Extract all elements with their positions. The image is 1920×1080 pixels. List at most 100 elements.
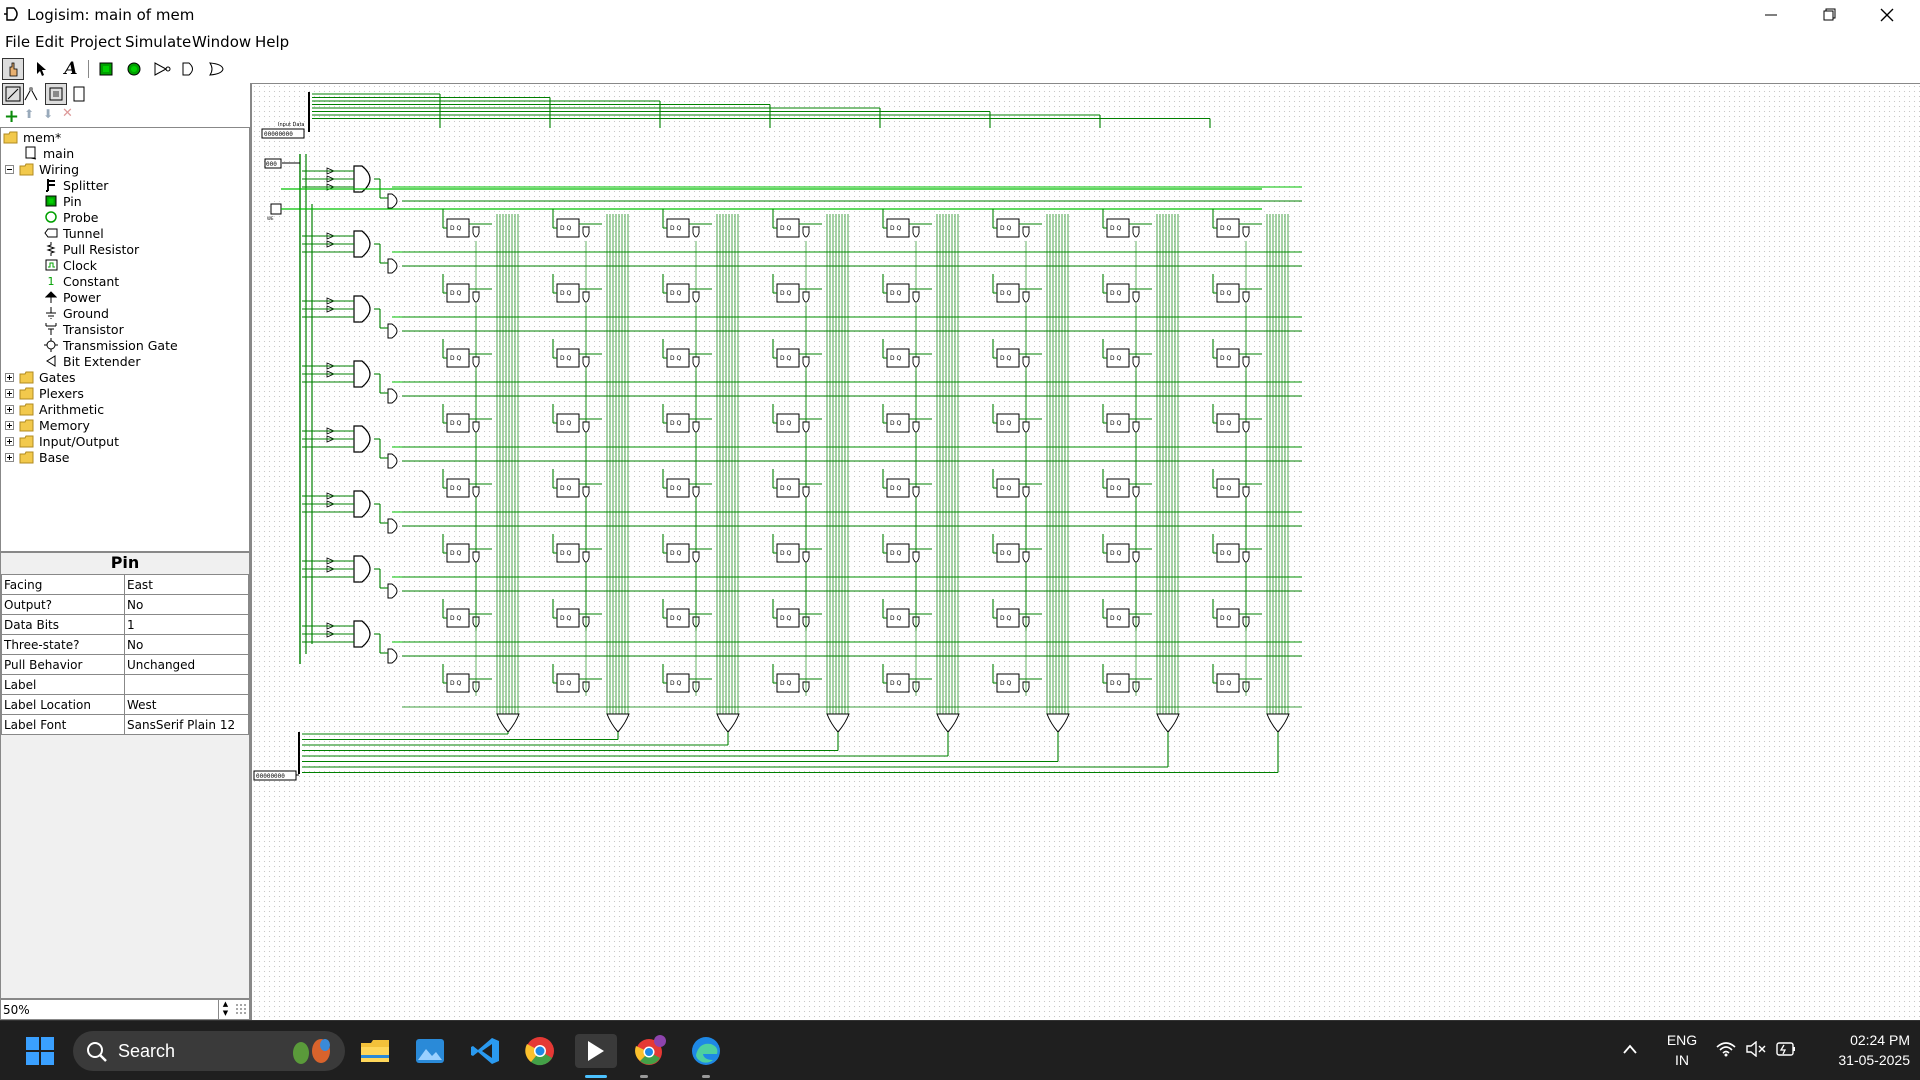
cell-label: D Q [780, 355, 792, 362]
edit-appearance-button[interactable] [68, 83, 90, 105]
taskbar-vscode[interactable] [468, 1034, 502, 1068]
decoder-and-gate [353, 555, 371, 583]
decoder-and-gate [353, 295, 371, 323]
attr-value[interactable] [124, 674, 249, 695]
tree-item-main[interactable]: main [23, 145, 74, 161]
select-tool-button[interactable] [30, 58, 52, 80]
menu-help[interactable]: Help [255, 33, 289, 51]
taskbar-logisim[interactable] [575, 1034, 617, 1068]
language-region[interactable]: IN [1665, 1052, 1699, 1068]
attr-row-three-state[interactable]: Three-state? No [1, 634, 249, 655]
tree-item-clock[interactable]: Clock [43, 257, 97, 273]
attr-row-data-bits[interactable]: Data Bits 1 [1, 614, 249, 635]
attr-row-label[interactable]: Label [1, 674, 249, 695]
and-gate-button[interactable] [178, 58, 200, 80]
attr-row-pull-behavior[interactable]: Pull Behavior Unchanged [1, 654, 249, 675]
text-tool-icon: A [64, 59, 78, 79]
tree-item-pull-resistor[interactable]: Pull Resistor [43, 241, 139, 257]
tree-folder-gates[interactable]: Gates [3, 369, 75, 385]
battery-icon[interactable] [1774, 1040, 1796, 1058]
cell-label: D Q [1000, 680, 1012, 687]
poke-tool-button[interactable] [2, 58, 24, 80]
tree-item-bit-extender[interactable]: Bit Extender [43, 353, 141, 369]
minimize-button[interactable] [1742, 0, 1800, 29]
write-enable-pin[interactable] [270, 203, 282, 215]
tristate-buffer [1242, 356, 1250, 368]
tree-item-probe[interactable]: Probe [43, 209, 98, 225]
attr-row-output[interactable]: Output? No [1, 594, 249, 615]
tree-item-ground[interactable]: Ground [43, 305, 109, 321]
attr-row-facing[interactable]: Facing East [1, 574, 249, 595]
maximize-button[interactable] [1800, 0, 1858, 29]
taskbar-chrome[interactable] [523, 1034, 557, 1068]
tree-item-transmission-gate[interactable]: Transmission Gate [43, 337, 178, 353]
grid-toggle-icon[interactable] [235, 1003, 247, 1015]
attr-value[interactable]: West [124, 694, 249, 715]
taskbar-chrome-profile[interactable] [634, 1034, 668, 1068]
menu-simulate[interactable]: Simulate [125, 33, 191, 51]
input-pin-button[interactable] [95, 58, 117, 80]
tristate-buffer [912, 226, 920, 238]
tree-folder-wiring[interactable]: Wiring [3, 161, 79, 177]
menu-file[interactable]: File [5, 33, 30, 51]
menu-project[interactable]: Project [70, 33, 121, 51]
volume-muted-icon[interactable] [1746, 1041, 1766, 1057]
output-pin-button[interactable] [123, 58, 145, 80]
tree-item-tunnel[interactable]: Tunnel [43, 225, 104, 241]
attr-value[interactable]: No [124, 634, 249, 655]
tree-folder-base[interactable]: Base [3, 449, 69, 465]
tristate-buffer [1022, 356, 1030, 368]
cell-label: D Q [1220, 290, 1232, 297]
tree-item-transistor[interactable]: Transistor [43, 321, 124, 337]
delete-circuit-icon[interactable]: ✕ [62, 106, 73, 121]
add-circuit-icon[interactable]: + [4, 106, 19, 127]
cell-label: D Q [670, 680, 682, 687]
not-gate-button[interactable] [151, 58, 173, 80]
tree-item-splitter[interactable]: Splitter [43, 177, 108, 193]
taskbar-photos[interactable] [413, 1034, 447, 1068]
clock-icon [43, 258, 59, 272]
tree-item-power[interactable]: Power [43, 289, 101, 305]
circuit-canvas[interactable]: Input Data 00000000 000 WE 00000000 D QD… [250, 83, 1920, 1020]
language-code[interactable]: ENG [1665, 1032, 1699, 1048]
tree-folder-input-output[interactable]: Input/Output [3, 433, 119, 449]
poke-tool-icon [9, 62, 18, 77]
show-simulation-button[interactable] [20, 83, 42, 105]
attr-value[interactable]: No [124, 594, 249, 615]
output-or-gate [606, 713, 630, 733]
move-up-icon[interactable]: ⬆ [24, 107, 34, 121]
tree-item-constant[interactable]: 1 Constant [43, 273, 120, 289]
attr-value[interactable]: SansSerif Plain 12 [124, 714, 249, 735]
taskbar-search[interactable]: Search [73, 1031, 345, 1071]
move-down-icon[interactable]: ⬇ [43, 107, 53, 121]
tree-project[interactable]: mem* [3, 129, 61, 145]
tree-folder-plexers[interactable]: Plexers [3, 385, 84, 401]
expand-icon [3, 450, 15, 464]
cell-label: D Q [450, 290, 462, 297]
attr-value[interactable]: Unchanged [124, 654, 249, 675]
tree-folder-memory[interactable]: Memory [3, 417, 90, 433]
zoom-spinner[interactable]: ▲ ▼ [218, 1000, 232, 1019]
menu-edit[interactable]: Edit [35, 33, 64, 51]
close-button[interactable] [1858, 0, 1916, 29]
tree-item-pin[interactable]: Pin [43, 193, 82, 209]
taskbar-edge[interactable] [689, 1034, 723, 1068]
attr-value[interactable]: 1 [124, 614, 249, 635]
edit-layout-button[interactable] [45, 83, 67, 105]
clock-date[interactable]: 31-05-2025 [1810, 1052, 1910, 1068]
or-gate-button[interactable] [205, 58, 227, 80]
attr-row-label-font[interactable]: Label Font SansSerif Plain 12 [1, 714, 249, 735]
tree-folder-arithmetic[interactable]: Arithmetic [3, 401, 104, 417]
start-button[interactable] [23, 1034, 57, 1068]
wifi-icon[interactable] [1716, 1041, 1736, 1057]
tristate-buffer [802, 291, 810, 303]
taskbar-file-explorer[interactable] [358, 1034, 392, 1068]
attr-value[interactable]: East [124, 574, 249, 595]
cell-label: D Q [890, 420, 902, 427]
attr-row-label-location[interactable]: Label Location West [1, 694, 249, 715]
menu-window[interactable]: Window [192, 33, 251, 51]
zoom-control[interactable]: 50% ▲ ▼ [0, 999, 250, 1020]
show-hidden-icons-icon[interactable] [1622, 1043, 1638, 1055]
text-tool-button[interactable]: A [60, 58, 82, 80]
clock-time[interactable]: 02:24 PM [1810, 1032, 1910, 1048]
